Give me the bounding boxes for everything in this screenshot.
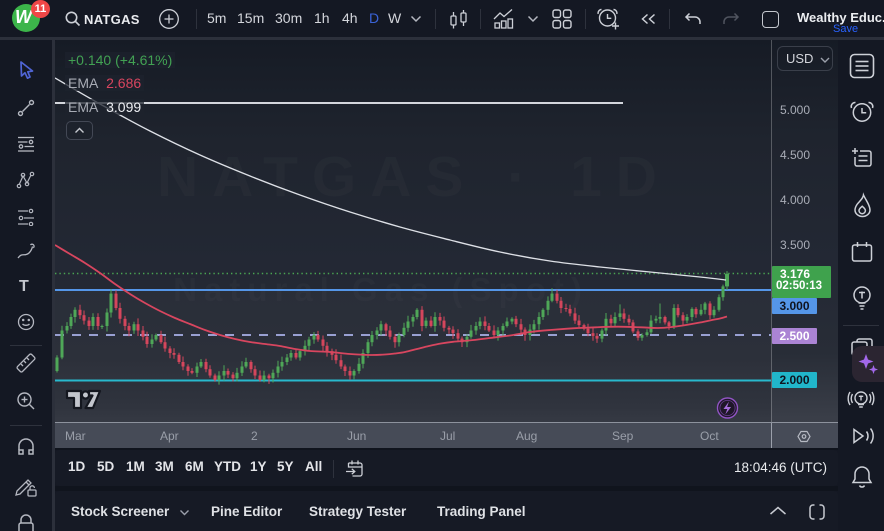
svg-text:NATGAS · 1D: NATGAS · 1D (157, 145, 671, 209)
